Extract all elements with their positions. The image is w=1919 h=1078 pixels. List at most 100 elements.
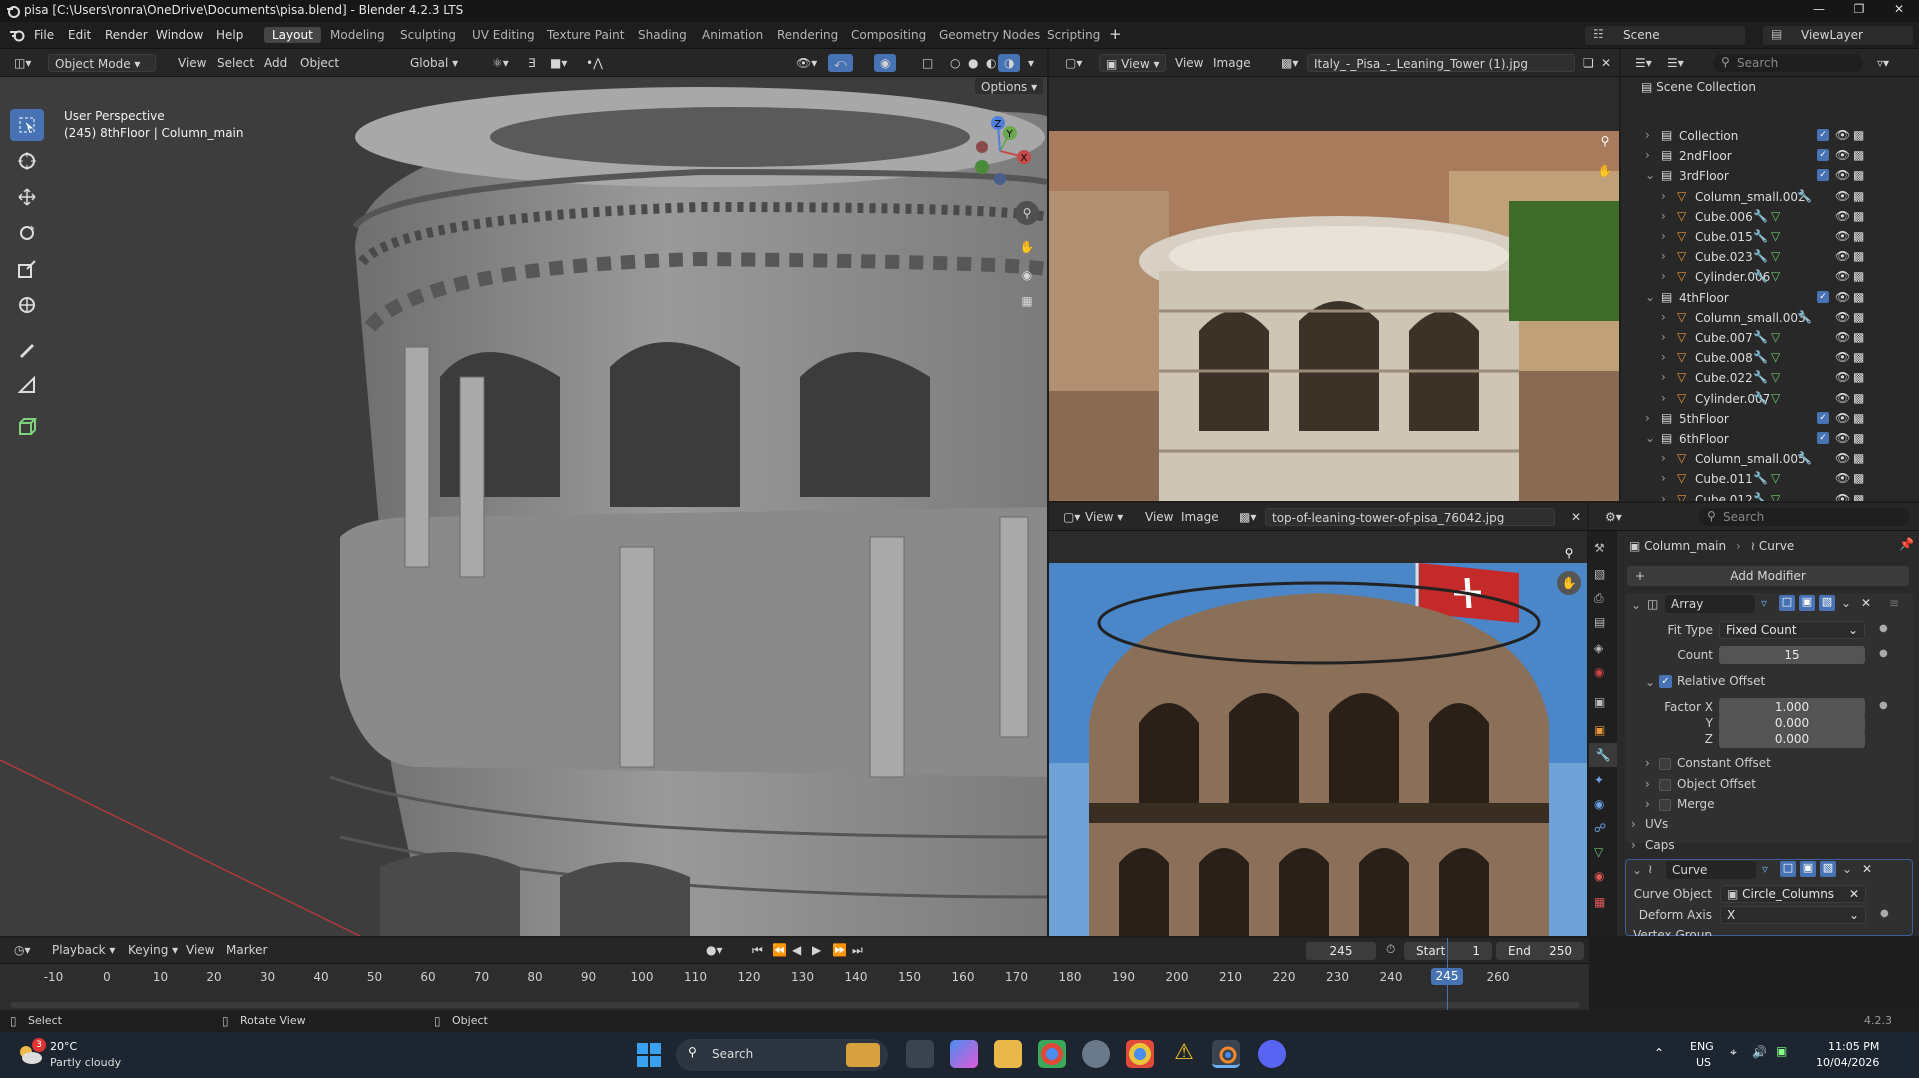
ortho-grid-icon[interactable]: ▦ <box>1015 289 1039 313</box>
menu-edit[interactable]: Edit <box>68 28 91 42</box>
render-camera-icon[interactable]: ▩ <box>1853 431 1864 445</box>
menu-view[interactable]: View <box>180 941 220 959</box>
editor-type-icon[interactable]: ☰▾ <box>1629 54 1658 72</box>
expand-chevron-icon[interactable]: ⌄ <box>1645 168 1655 182</box>
outliner[interactable]: ☰▾ ☰▾ ⚲ Search ▿▾ ▤ Scene Collection › ▤ C… <box>1621 49 1919 501</box>
image-browse-icon[interactable]: ▩▾ <box>1233 508 1262 526</box>
menu-view[interactable]: View <box>1169 54 1209 72</box>
pin-icon[interactable]: 📌 <box>1899 537 1914 551</box>
stopwatch-icon[interactable]: ⏱ <box>1386 942 1395 957</box>
visibility-eye-icon[interactable]: 👁 <box>1835 290 1850 304</box>
gizmo-toggle-icon[interactable]: ⤺ <box>828 54 853 72</box>
caps-chevron-icon[interactable]: › <box>1631 838 1636 852</box>
collection-tab-icon[interactable]: ▣ <box>1594 695 1605 709</box>
battery-icon[interactable]: ▣ <box>1776 1044 1787 1058</box>
merge-chevron-icon[interactable]: › <box>1645 797 1650 811</box>
task-view-icon[interactable] <box>906 1040 934 1068</box>
image-editor-bottom[interactable]: ▢▾ View ▾ View Image ▩▾ top-of-leaning-t… <box>1049 503 1587 936</box>
expand-chevron-icon[interactable]: ⌄ <box>1645 431 1655 445</box>
drag-handle-icon[interactable]: ≡ <box>1889 596 1899 610</box>
outliner-object-row[interactable]: › ▽ Cube.006 🔧 ▽ 👁 ▩ <box>1621 207 1901 227</box>
cage-toggle-icon[interactable]: □ <box>1779 595 1795 611</box>
viewport-toggle-icon[interactable]: ▣ <box>1799 595 1815 611</box>
filter-icon[interactable]: ▿▾ <box>1871 54 1895 72</box>
outliner-object-row[interactable]: › ▽ Cube.011 🔧 ▽ 👁 ▩ <box>1621 469 1901 489</box>
proportional-edit-icon[interactable]: •⋀ <box>580 54 609 72</box>
volume-icon[interactable]: 🔊 <box>1752 1045 1767 1059</box>
outliner-object-row[interactable]: › ▽ Column_small.005 🔧 👁 ▩ <box>1621 449 1901 469</box>
clock-time[interactable]: 11:05 PM <box>1828 1040 1879 1053</box>
outliner-object-row[interactable]: › ▽ Cube.007 🔧 ▽ 👁 ▩ <box>1621 328 1901 348</box>
outliner-object-row[interactable]: › ▽ Cube.012 🔧 ▽ 👁 ▩ <box>1621 490 1901 501</box>
constraints-tab-icon[interactable]: ☍ <box>1594 821 1606 835</box>
play-reverse-icon[interactable]: ◀ <box>786 941 807 959</box>
fit-type-dropdown[interactable]: Fixed Count ⌄ <box>1719 621 1865 639</box>
chrome-profile-icon[interactable] <box>1126 1040 1154 1068</box>
visibility-eye-icon[interactable]: 👁 <box>1835 471 1850 485</box>
render-camera-icon[interactable]: ▩ <box>1853 290 1864 304</box>
render-camera-icon[interactable]: ▩ <box>1853 249 1864 263</box>
editor-type-icon[interactable]: ⚙▾ <box>1599 508 1628 526</box>
outliner-collection-row[interactable]: › ▤ 2ndFloor ✓ 👁 ▩ <box>1621 146 1901 166</box>
menu-add[interactable]: Add <box>258 54 293 72</box>
render-camera-icon[interactable]: ▩ <box>1853 229 1864 243</box>
image-name-field[interactable]: Italy_-_Pisa_-_Leaning_Tower (1).jpg <box>1307 54 1575 72</box>
keying-menu[interactable]: Keying ▾ <box>122 941 184 959</box>
zoom-icon[interactable]: ⚲ <box>1015 201 1039 225</box>
expand-chevron-icon[interactable]: › <box>1661 492 1666 501</box>
image-browse-icon[interactable]: ▩▾ <box>1275 54 1304 72</box>
show-hidden-icons-icon[interactable]: ⌃ <box>1654 1046 1664 1060</box>
object-tab-icon[interactable]: ▣ <box>1594 723 1605 737</box>
restore-icon[interactable]: ❐ <box>1839 2 1879 16</box>
properties-editor[interactable]: ⚙▾ ⚲ Search ⚒ ▧ ⎙ ▤ ◈ ◉ ▣ ▣ 🔧 ✦ ◉ ☍ ▽ ◉ … <box>1589 503 1919 936</box>
unlink-image-icon[interactable]: ✕ <box>1565 508 1587 526</box>
add-cube-tool-icon[interactable] <box>10 411 44 443</box>
tab-layout[interactable]: Layout <box>264 27 321 43</box>
pan-hand-icon[interactable]: ✋ <box>1015 235 1039 259</box>
include-checkbox[interactable]: ✓ <box>1817 149 1829 162</box>
edit-mode-toggle-icon[interactable]: ▿ <box>1762 862 1768 876</box>
zoom-icon[interactable]: ⚲ <box>1557 541 1581 565</box>
visibility-eye-icon[interactable]: 👁 <box>1835 431 1850 445</box>
shading-rendered-icon[interactable]: ◑ <box>998 54 1021 72</box>
visibility-eye-icon[interactable]: 👁 <box>1835 411 1850 425</box>
image-name-field[interactable]: top-of-leaning-tower-of-pisa_76042.jpg <box>1265 508 1555 526</box>
viewport-toggle-icon[interactable]: ▣ <box>1800 861 1816 877</box>
add-workspace-icon[interactable]: + <box>1109 25 1122 43</box>
outliner-object-row[interactable]: › ▽ Column_small.003 🔧 👁 ▩ <box>1621 308 1901 328</box>
image-editor-top[interactable]: ▢▾ ▣ View ▾ View Image ▩▾ Italy_-_Pisa_-… <box>1049 49 1619 501</box>
tab-shading[interactable]: Shading <box>630 27 695 43</box>
count-field[interactable]: 15 <box>1719 646 1865 664</box>
material-tab-icon[interactable]: ◉ <box>1594 869 1604 883</box>
snap-icon[interactable]: ∃ <box>522 54 542 72</box>
collapse-chevron-icon[interactable]: ⌄ <box>1631 598 1641 612</box>
modifier-tab-icon[interactable]: 🔧 <box>1589 743 1617 767</box>
visibility-eye-icon[interactable]: 👁 <box>1835 330 1850 344</box>
rotate-tool-icon[interactable] <box>10 217 44 249</box>
cage-toggle-icon[interactable]: □ <box>1780 861 1796 877</box>
menu-view[interactable]: View <box>172 54 212 72</box>
menu-marker[interactable]: Marker <box>220 941 273 959</box>
transform-orientation-dropdown[interactable]: Global ▾ <box>404 54 464 72</box>
scale-tool-icon[interactable] <box>10 253 44 285</box>
relative-offset-chevron-icon[interactable]: ⌄ <box>1645 675 1655 689</box>
outliner-object-row[interactable]: › ▽ Cylinder.006 🔧 ▽ 👁 ▩ <box>1621 267 1901 287</box>
visibility-eye-icon[interactable]: 👁 <box>1835 451 1850 465</box>
scene-collection-row[interactable]: ▤ Scene Collection <box>1641 80 1756 94</box>
world-tab-icon[interactable]: ◉ <box>1594 665 1604 679</box>
visibility-eye-icon[interactable]: 👁 <box>1835 492 1850 501</box>
keyframe-dot-icon[interactable]: ● <box>1880 908 1889 919</box>
deform-axis-dropdown[interactable]: X ⌄ <box>1720 906 1866 924</box>
add-modifier-button[interactable]: + Add Modifier <box>1627 566 1909 586</box>
visibility-eye-icon[interactable]: 👁 <box>1835 189 1850 203</box>
warning-app-icon[interactable]: ⚠ <box>1170 1040 1198 1068</box>
timeline-scrollbar[interactable] <box>10 1002 1580 1008</box>
current-frame-field[interactable]: 245 <box>1306 942 1376 960</box>
editor-type-icon[interactable]: ▢▾ <box>1059 54 1088 72</box>
editor-type-icon[interactable]: ◷▾ <box>8 941 37 959</box>
keyframe-dot-icon[interactable]: ● <box>1879 700 1888 711</box>
physics-tab-icon[interactable]: ◉ <box>1594 797 1604 811</box>
render-camera-icon[interactable]: ▩ <box>1853 168 1864 182</box>
expand-chevron-icon[interactable]: › <box>1645 128 1650 142</box>
expand-chevron-icon[interactable]: › <box>1645 148 1650 162</box>
